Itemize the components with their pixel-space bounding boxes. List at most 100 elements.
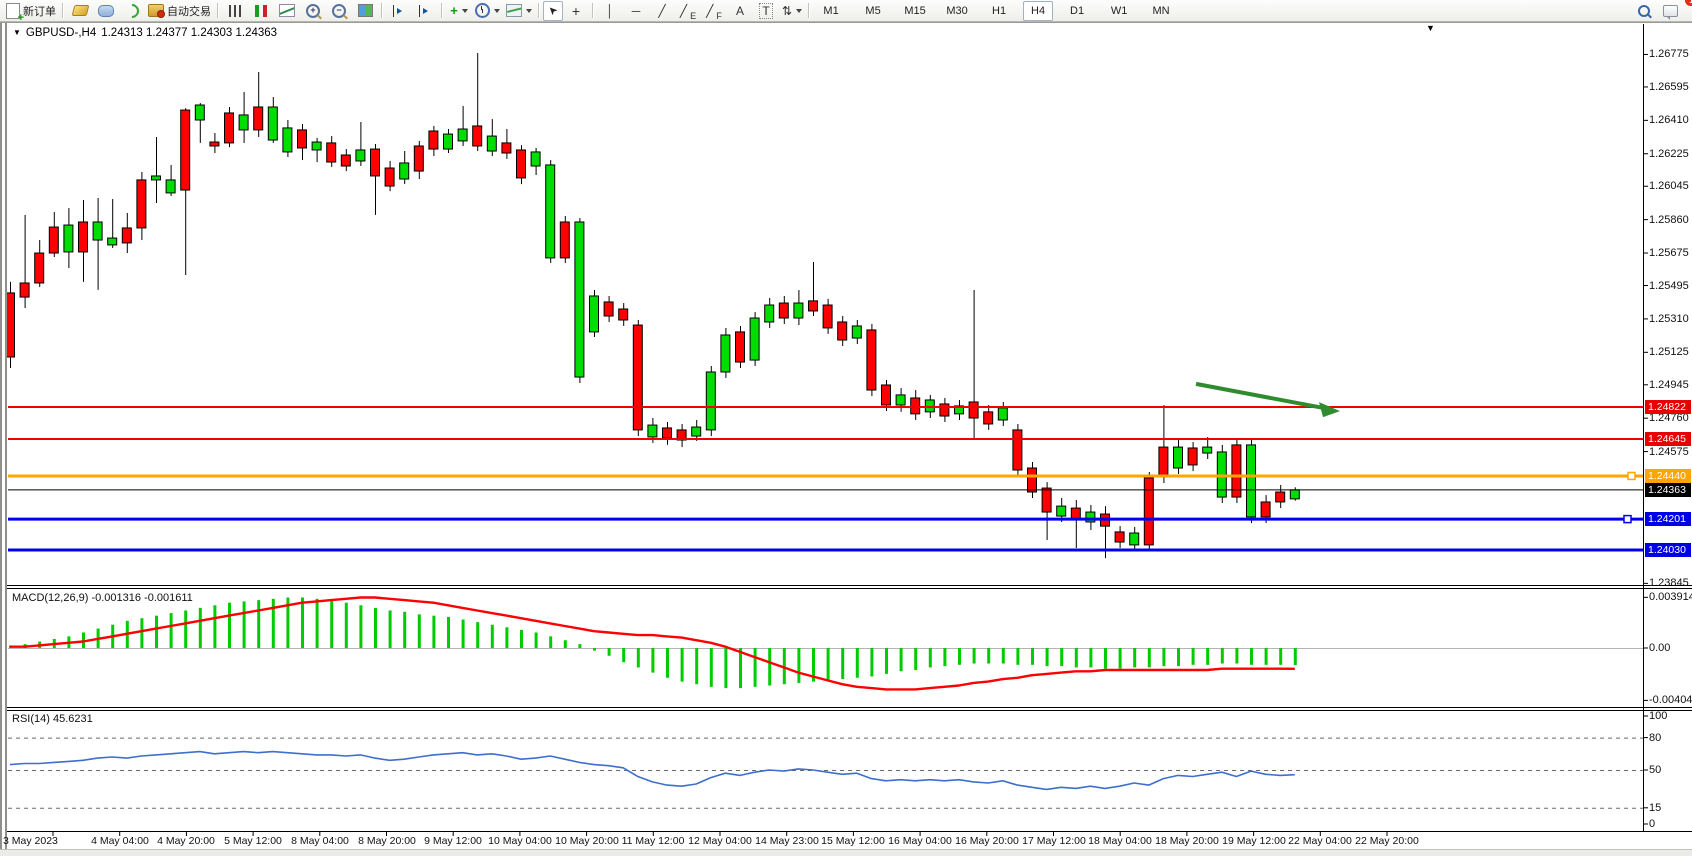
channel-button[interactable]: ╱E [675,1,701,21]
timeframe-button-W1[interactable]: W1 [1101,1,1137,21]
candle-body [356,150,365,161]
candle-body [940,404,949,416]
candle-body [1013,430,1022,470]
price-axis-label: 1.26045 [1649,180,1689,192]
cloud-tool-icon [98,5,114,17]
timeframe-button-M5[interactable]: M5 [855,1,891,21]
candle-body [268,107,277,140]
indicators-button[interactable]: + [446,1,472,21]
text-tool-button[interactable]: A [727,1,753,21]
candle-body [969,402,978,418]
crosshair-icon: + [572,3,580,19]
candle-body [765,305,774,322]
candle-body [502,143,511,153]
bar-chart-button[interactable] [222,1,248,21]
timeframe-button-M30[interactable]: M30 [939,1,975,21]
candle-body [137,180,146,228]
candle-body [458,129,467,141]
candle-body [750,318,759,360]
cursor-icon: ➤ [545,3,561,19]
price-tag-1.24822: 1.24822 [1645,400,1691,414]
candle-body [692,427,701,436]
candle-body [49,227,58,253]
candle-body [64,225,73,252]
blue-line-handle[interactable] [1624,516,1631,523]
chart-shift-button[interactable] [412,1,438,21]
periods-button[interactable] [472,1,503,21]
search-icon [1638,5,1650,17]
new-order-label: 新订单 [23,3,56,19]
candle-body [283,128,292,152]
auto-trading-label: 自动交易 [167,3,211,19]
fibonacci-button[interactable]: ╱F [701,1,727,21]
price-axis-label: 1.25675 [1649,247,1689,259]
auto-trading-button[interactable]: 自动交易 [145,1,214,21]
orange-line-handle[interactable] [1628,472,1635,479]
candle-body [152,176,161,180]
annotation-arrow-shaft[interactable] [1196,384,1324,408]
candle-body [1144,478,1153,545]
candle-body [108,238,117,245]
candle-body [575,222,584,377]
signal-icon [122,1,142,21]
candle-body [385,168,394,186]
timeframe-button-MN[interactable]: MN [1143,1,1179,21]
chat-bubble-icon [1663,5,1678,17]
candle-body [867,330,876,390]
timeframe-button-H1[interactable]: H1 [981,1,1017,21]
candle-body [1188,448,1197,465]
notifications-button[interactable]: 1 [1657,1,1683,21]
arrows-tool-button[interactable]: ⇅ [779,1,805,21]
price-axis-label: 1.26225 [1649,148,1689,160]
toolbar-separator [592,3,594,18]
candle-body [166,180,175,193]
vertical-line-button[interactable]: │ [597,1,623,21]
toolbar-separator [441,3,443,18]
label-tool-button[interactable]: T [753,1,779,21]
candle-body [838,322,847,340]
timeframe-button-D1[interactable]: D1 [1059,1,1095,21]
gold-tool-button[interactable] [67,1,93,21]
chart-plot-area[interactable] [0,0,1692,855]
tile-windows-button[interactable] [352,1,378,21]
trendline-button[interactable]: ╱ [649,1,675,21]
line-chart-button[interactable] [274,1,300,21]
candle-body [210,142,219,146]
label-tool-icon: T [759,3,772,19]
auto-scroll-icon [393,5,406,17]
annotation-arrow-head[interactable] [1319,402,1340,417]
chart-shift-marker[interactable]: ▼ [1426,23,1435,33]
chart-title: ▼ GBPUSD-,H4 1.24313 1.24377 1.24303 1.2… [13,27,277,39]
auto-scroll-button[interactable] [386,1,412,21]
candlestick-chart-button[interactable] [248,1,274,21]
zoom-out-button[interactable]: − [326,1,352,21]
candle-body [531,152,540,166]
horizontal-line-button[interactable]: ─ [623,1,649,21]
candle-body [414,146,423,171]
notification-badge: 1 [1685,0,1692,6]
new-order-button[interactable]: 新订单 [3,1,59,21]
candle-body [341,155,350,166]
toolbar-separator [808,3,810,18]
candle-body [663,428,672,438]
candle-body [706,372,715,430]
search-button[interactable] [1631,1,1657,21]
signal-tool-button[interactable] [119,1,145,21]
timeframe-button-M15[interactable]: M15 [897,1,933,21]
rsi-axis-label: 80 [1649,732,1661,744]
templates-button[interactable] [503,1,535,21]
price-axis-label: 1.26775 [1649,48,1689,60]
candle-body [298,130,307,148]
chevron-down-icon [796,9,802,13]
macd-label: MACD(12,26,9) -0.001316 -0.001611 [12,592,193,604]
toolbar-separator [217,3,219,18]
indicators-add-icon: + [450,4,458,17]
template-icon [506,4,522,17]
zoom-in-button[interactable]: + [300,1,326,21]
candle-body [1115,532,1124,542]
timeframe-button-H4[interactable]: H4 [1023,1,1053,21]
crosshair-button[interactable]: + [563,1,589,21]
timeframe-button-M1[interactable]: M1 [813,1,849,21]
cloud-tool-button[interactable] [93,1,119,21]
cursor-button[interactable]: ➤ [543,1,563,21]
